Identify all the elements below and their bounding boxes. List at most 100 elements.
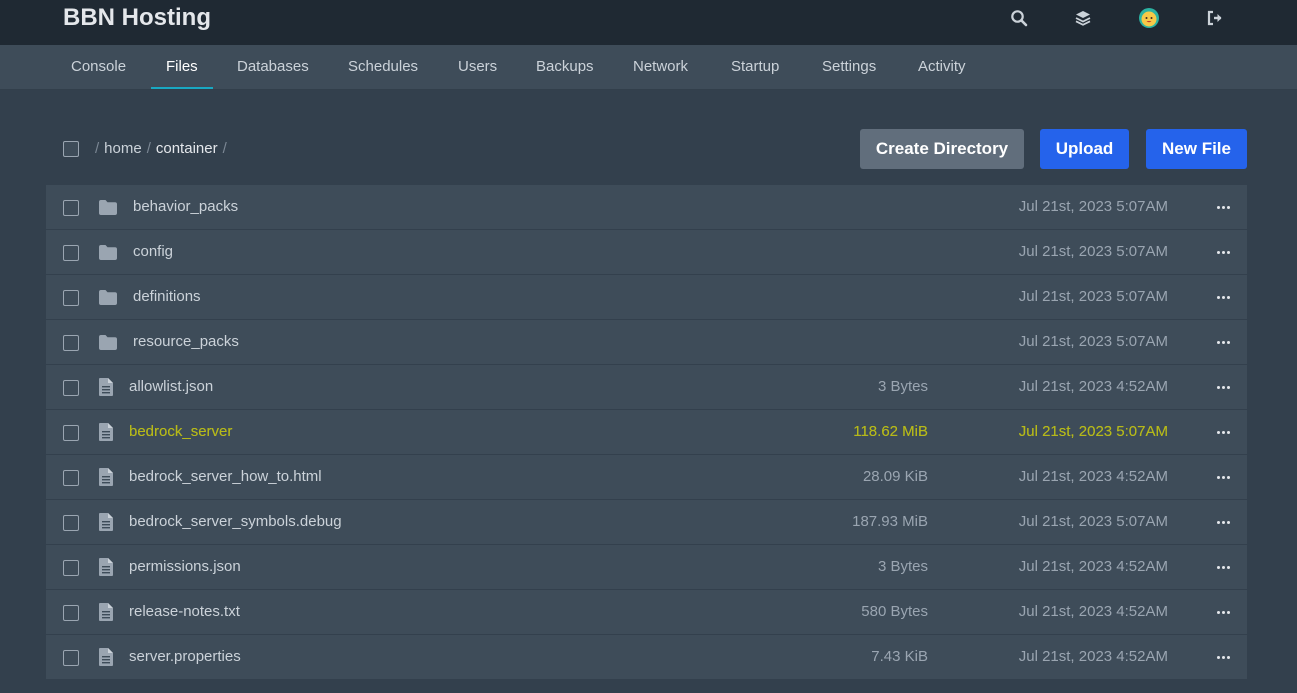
search-icon[interactable]	[1009, 8, 1029, 28]
file-size: 3 Bytes	[877, 378, 928, 395]
row-checkbox[interactable]	[63, 650, 79, 666]
row-checkbox[interactable]	[63, 290, 79, 306]
top-navbar: BBN Hosting	[0, 0, 1297, 45]
row-checkbox[interactable]	[63, 245, 79, 261]
file-row[interactable]: config Jul 21st, 2023 5:07AM	[46, 230, 1247, 274]
file-row[interactable]: bedrock_server 118.62 MiB Jul 21st, 2023 5…	[46, 410, 1247, 454]
file-modified-date: Jul 21st, 2023 5:07AM	[1018, 243, 1168, 260]
row-checkbox[interactable]	[63, 425, 79, 441]
breadcrumb-separator: /	[146, 140, 151, 157]
folder-icon	[98, 287, 118, 307]
tab-startup[interactable]: Startup	[731, 45, 779, 89]
folder-icon	[98, 332, 118, 352]
tab-settings[interactable]: Settings	[822, 45, 876, 89]
file-modified-date: Jul 21st, 2023 4:52AM	[1018, 603, 1168, 620]
row-options-menu-icon[interactable]	[1215, 199, 1231, 215]
file-list: behavior_packs Jul 21st, 2023 5:07AM confi…	[46, 185, 1247, 680]
file-icon	[96, 422, 116, 442]
row-checkbox[interactable]	[63, 470, 79, 486]
file-name[interactable]: resource_packs	[133, 333, 239, 350]
file-name[interactable]: config	[133, 243, 173, 260]
tab-backups[interactable]: Backups	[536, 45, 594, 89]
file-name[interactable]: definitions	[133, 288, 201, 305]
avatar[interactable]	[1139, 8, 1159, 28]
file-name[interactable]: server.properties	[129, 648, 241, 665]
logout-icon[interactable]	[1205, 8, 1225, 28]
file-size: 187.93 MiB	[852, 513, 928, 530]
folder-icon	[98, 197, 118, 217]
file-icon	[96, 512, 116, 532]
row-checkbox[interactable]	[63, 335, 79, 351]
tab-network[interactable]: Network	[633, 45, 688, 89]
file-icon	[96, 467, 116, 487]
file-name[interactable]: bedrock_server	[129, 423, 232, 440]
select-all-checkbox[interactable]	[63, 141, 79, 157]
file-modified-date: Jul 21st, 2023 4:52AM	[1018, 558, 1168, 575]
row-options-menu-icon[interactable]	[1215, 469, 1231, 485]
app-title[interactable]: BBN Hosting	[63, 4, 211, 32]
row-options-menu-icon[interactable]	[1215, 424, 1231, 440]
row-options-menu-icon[interactable]	[1215, 559, 1231, 575]
file-icon	[96, 377, 116, 397]
row-options-menu-icon[interactable]	[1215, 649, 1231, 665]
tab-files[interactable]: Files	[151, 45, 213, 89]
file-row[interactable]: allowlist.json 3 Bytes Jul 21st, 2023 4:52…	[46, 365, 1247, 409]
tab-schedules[interactable]: Schedules	[348, 45, 418, 89]
file-modified-date: Jul 21st, 2023 5:07AM	[1018, 198, 1168, 215]
tab-databases[interactable]: Databases	[237, 45, 309, 89]
tab-users[interactable]: Users	[458, 45, 497, 89]
file-name[interactable]: permissions.json	[129, 558, 241, 575]
file-icon	[96, 647, 116, 667]
file-modified-date: Jul 21st, 2023 4:52AM	[1018, 378, 1168, 395]
new-file-button[interactable]: New File	[1146, 129, 1247, 169]
file-modified-date: Jul 21st, 2023 5:07AM	[1018, 513, 1168, 530]
row-checkbox[interactable]	[63, 605, 79, 621]
row-options-menu-icon[interactable]	[1215, 289, 1231, 305]
file-size: 580 Bytes	[861, 603, 928, 620]
file-modified-date: Jul 21st, 2023 5:07AM	[1018, 288, 1168, 305]
row-checkbox[interactable]	[63, 380, 79, 396]
file-name[interactable]: bedrock_server_symbols.debug	[129, 513, 342, 530]
file-size: 3 Bytes	[877, 558, 928, 575]
file-row[interactable]: resource_packs Jul 21st, 2023 5:07AM	[46, 320, 1247, 364]
file-name[interactable]: behavior_packs	[133, 198, 238, 215]
file-name[interactable]: allowlist.json	[129, 378, 213, 395]
file-modified-date: Jul 21st, 2023 4:52AM	[1018, 648, 1168, 665]
row-checkbox[interactable]	[63, 515, 79, 531]
row-checkbox[interactable]	[63, 200, 79, 216]
breadcrumb-separator: /	[95, 140, 100, 157]
file-name[interactable]: bedrock_server_how_to.html	[129, 468, 322, 485]
breadcrumb-separator: /	[222, 140, 227, 157]
file-name[interactable]: release-notes.txt	[129, 603, 240, 620]
upload-button[interactable]: Upload	[1040, 129, 1129, 169]
row-options-menu-icon[interactable]	[1215, 379, 1231, 395]
file-row[interactable]: bedrock_server_symbols.debug 187.93 MiB Ju…	[46, 500, 1247, 544]
file-row[interactable]: definitions Jul 21st, 2023 5:07AM	[46, 275, 1247, 319]
file-modified-date: Jul 21st, 2023 5:07AM	[1018, 423, 1168, 440]
tab-activity[interactable]: Activity	[918, 45, 966, 89]
file-row[interactable]: release-notes.txt 580 Bytes Jul 21st, 2023…	[46, 590, 1247, 634]
row-options-menu-icon[interactable]	[1215, 514, 1231, 530]
server-subnav: Console Files Databases Schedules Users …	[0, 45, 1297, 90]
layers-icon[interactable]	[1073, 8, 1093, 28]
file-modified-date: Jul 21st, 2023 5:07AM	[1018, 333, 1168, 350]
row-options-menu-icon[interactable]	[1215, 334, 1231, 350]
create-directory-button[interactable]: Create Directory	[860, 129, 1024, 169]
breadcrumb-home[interactable]: home	[104, 140, 142, 157]
file-row[interactable]: behavior_packs Jul 21st, 2023 5:07AM	[46, 185, 1247, 229]
row-options-menu-icon[interactable]	[1215, 244, 1231, 260]
file-icon	[96, 602, 116, 622]
row-checkbox[interactable]	[63, 560, 79, 576]
file-row[interactable]: permissions.json 3 Bytes Jul 21st, 2023 4:…	[46, 545, 1247, 589]
breadcrumb: / home / container /	[95, 140, 232, 157]
tab-console[interactable]: Console	[71, 45, 126, 89]
file-row[interactable]: server.properties 7.43 KiB Jul 21st, 2023 …	[46, 635, 1247, 679]
file-size: 118.62 MiB	[853, 423, 928, 440]
file-size: 28.09 KiB	[862, 468, 928, 485]
file-icon	[96, 557, 116, 577]
file-row[interactable]: bedrock_server_how_to.html 28.09 KiB Jul 2…	[46, 455, 1247, 499]
folder-icon	[98, 242, 118, 262]
file-size: 7.43 KiB	[871, 648, 928, 665]
row-options-menu-icon[interactable]	[1215, 604, 1231, 620]
file-modified-date: Jul 21st, 2023 4:52AM	[1018, 468, 1168, 485]
